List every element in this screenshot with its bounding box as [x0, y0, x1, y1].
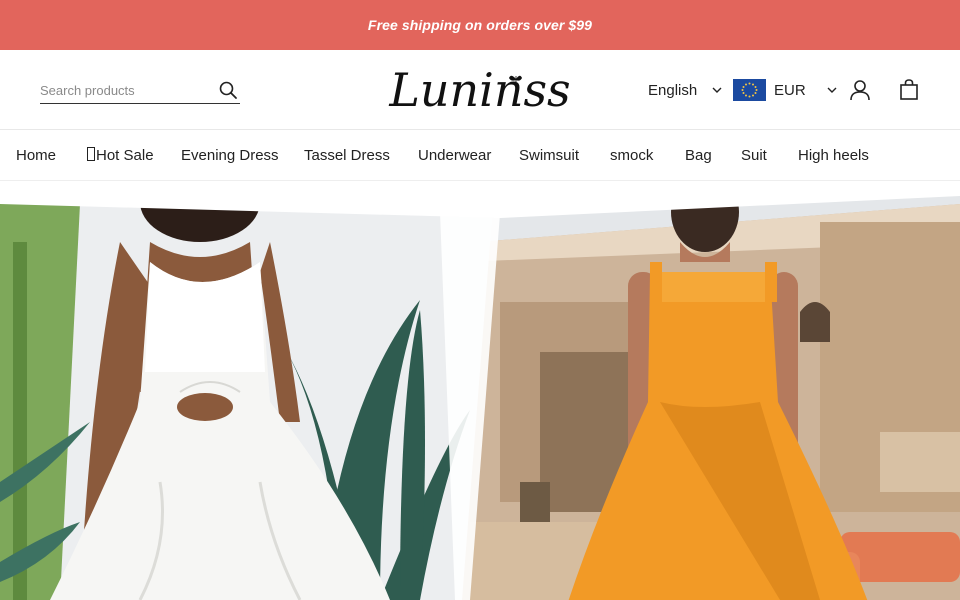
main-navigation: Home Hot Sale Evening Dress Tassel Dress…	[0, 131, 960, 181]
logo-wordmark: Luninss	[388, 63, 570, 117]
nav-item-high-heels[interactable]: High heels	[798, 147, 869, 164]
shopping-bag-icon	[900, 79, 918, 100]
logo-text: Luninss	[388, 63, 570, 117]
chevron-down-icon	[827, 87, 837, 93]
search-input[interactable]	[40, 79, 210, 102]
nav-item-smock[interactable]: smock	[610, 147, 653, 164]
nav-item-evening-dress[interactable]: Evening Dress	[181, 147, 279, 164]
chevron-down-icon	[712, 87, 722, 93]
nav-item-hot-sale-label: Hot Sale	[96, 147, 154, 164]
search-icon[interactable]	[218, 80, 238, 100]
nav-item-swimsuit[interactable]: Swimsuit	[519, 147, 579, 164]
nav-item-underwear[interactable]: Underwear	[418, 147, 491, 164]
eu-flag-icon	[733, 79, 766, 101]
hot-sale-icon	[87, 147, 95, 161]
language-selector[interactable]: English	[648, 80, 723, 100]
nav-item-home[interactable]: Home	[16, 147, 56, 164]
currency-label: EUR	[774, 81, 806, 99]
nav-item-tassel-dress[interactable]: Tassel Dress	[304, 147, 390, 164]
site-logo[interactable]: Luninss	[380, 56, 580, 124]
currency-selector[interactable]: EUR	[733, 78, 838, 102]
announcement-text: Free shipping on orders over $99	[367, 17, 593, 33]
cart-button[interactable]	[897, 78, 921, 102]
hero-banner[interactable]	[0, 182, 960, 600]
nav-item-suit[interactable]: Suit	[741, 147, 767, 164]
left-photo	[0, 182, 492, 600]
nav-item-hot-sale[interactable]: Hot Sale	[87, 147, 154, 164]
user-icon	[850, 80, 870, 101]
nav-item-bag[interactable]: Bag	[685, 147, 712, 164]
language-label: English	[648, 81, 698, 99]
account-button[interactable]	[848, 78, 872, 102]
announcement-bar: Free shipping on orders over $99	[0, 0, 960, 50]
site-header: Luninss English EUR	[0, 50, 960, 130]
right-photo	[452, 182, 960, 600]
hero-collage-image	[0, 182, 960, 600]
search-box	[40, 78, 240, 104]
